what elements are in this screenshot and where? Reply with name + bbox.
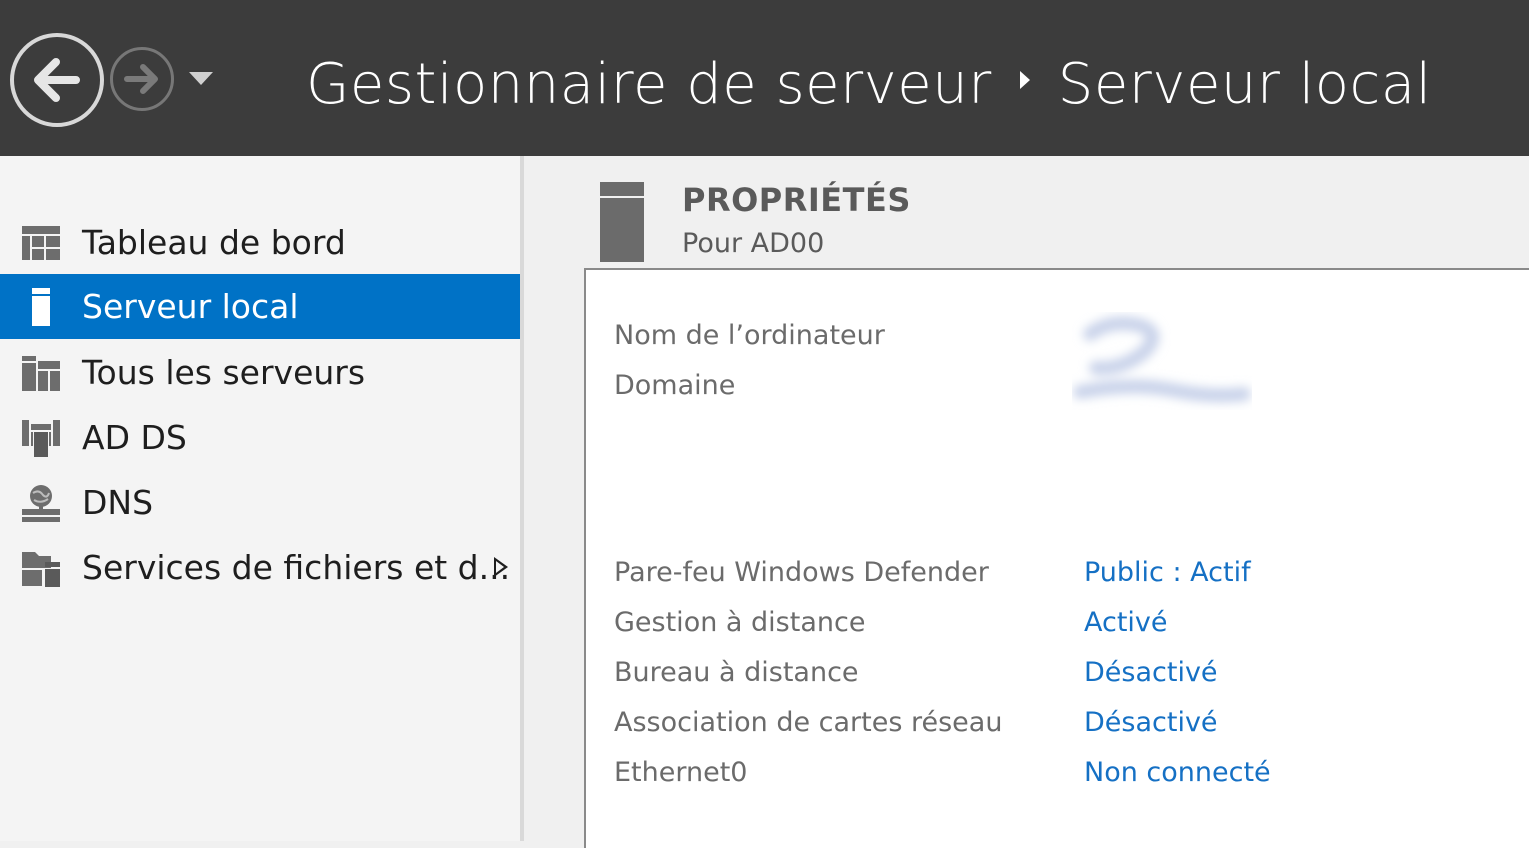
breadcrumb-current: Serveur local bbox=[1057, 51, 1432, 117]
sidebar: Tableau de bord Serveur local Tous les s… bbox=[0, 156, 520, 841]
file-services-icon bbox=[22, 551, 60, 587]
dns-icon bbox=[22, 484, 60, 522]
server-icon bbox=[600, 182, 644, 262]
local-server-icon bbox=[32, 287, 50, 326]
back-arrow-icon bbox=[34, 58, 80, 102]
prop-value-firewall-link[interactable]: Public : Actif bbox=[1084, 557, 1251, 588]
prop-label-nic-teaming: Association de cartes réseau bbox=[614, 707, 1003, 738]
sidebar-item-ad-ds[interactable]: AD DS bbox=[0, 405, 520, 470]
breadcrumb: Gestionnaire de serveur Serveur local bbox=[306, 44, 1432, 124]
all-servers-icon bbox=[22, 355, 60, 391]
ad-ds-icon bbox=[22, 419, 60, 457]
properties-panel: Nom de l’ordinateur Domaine Pare-feu Win… bbox=[584, 268, 1529, 848]
redacted-value bbox=[1073, 316, 1251, 403]
breadcrumb-separator-icon bbox=[1019, 71, 1030, 89]
prop-value-remote-desktop-link[interactable]: Désactivé bbox=[1084, 657, 1218, 688]
prop-value-nic-teaming-link[interactable]: Désactivé bbox=[1084, 707, 1218, 738]
sidebar-item-label: Services de fichiers et d... bbox=[82, 548, 511, 587]
chevron-down-icon bbox=[189, 72, 213, 85]
sidebar-item-dashboard[interactable]: Tableau de bord bbox=[0, 210, 520, 275]
prop-value-ethernet0-link[interactable]: Non connecté bbox=[1084, 757, 1271, 788]
history-dropdown-button[interactable] bbox=[188, 70, 214, 86]
sidebar-item-all-servers[interactable]: Tous les serveurs bbox=[0, 340, 520, 405]
prop-value-remote-management-link[interactable]: Activé bbox=[1084, 607, 1168, 638]
forward-arrow-icon bbox=[124, 64, 158, 94]
prop-label-remote-management: Gestion à distance bbox=[614, 607, 866, 638]
sidebar-item-label: Serveur local bbox=[82, 287, 299, 326]
sidebar-item-label: Tous les serveurs bbox=[82, 353, 366, 392]
section-title: PROPRIÉTÉS bbox=[682, 181, 911, 219]
prop-label-remote-desktop: Bureau à distance bbox=[614, 657, 859, 688]
breadcrumb-root[interactable]: Gestionnaire de serveur bbox=[306, 52, 992, 117]
back-button[interactable] bbox=[10, 33, 104, 127]
prop-label-ethernet0: Ethernet0 bbox=[614, 757, 748, 788]
sidebar-item-label: DNS bbox=[82, 483, 154, 522]
section-subtitle: Pour AD00 bbox=[682, 228, 825, 259]
sidebar-item-label: AD DS bbox=[82, 418, 187, 457]
sidebar-item-dns[interactable]: DNS bbox=[0, 470, 520, 535]
title-bar: Gestionnaire de serveur Serveur local bbox=[0, 0, 1529, 156]
prop-label-domain: Domaine bbox=[614, 370, 736, 401]
main-content: PROPRIÉTÉS Pour AD00 Nom de l’ordinateur… bbox=[524, 156, 1529, 848]
prop-label-computer-name: Nom de l’ordinateur bbox=[614, 320, 885, 351]
sidebar-item-local-server[interactable]: Serveur local bbox=[0, 274, 520, 339]
sidebar-item-file-services[interactable]: Services de fichiers et d... bbox=[0, 535, 520, 600]
prop-label-firewall: Pare-feu Windows Defender bbox=[614, 557, 989, 588]
sidebar-item-label: Tableau de bord bbox=[82, 223, 346, 262]
dashboard-icon bbox=[22, 225, 60, 260]
submenu-arrow-icon[interactable] bbox=[494, 557, 508, 577]
forward-button[interactable] bbox=[110, 47, 174, 111]
